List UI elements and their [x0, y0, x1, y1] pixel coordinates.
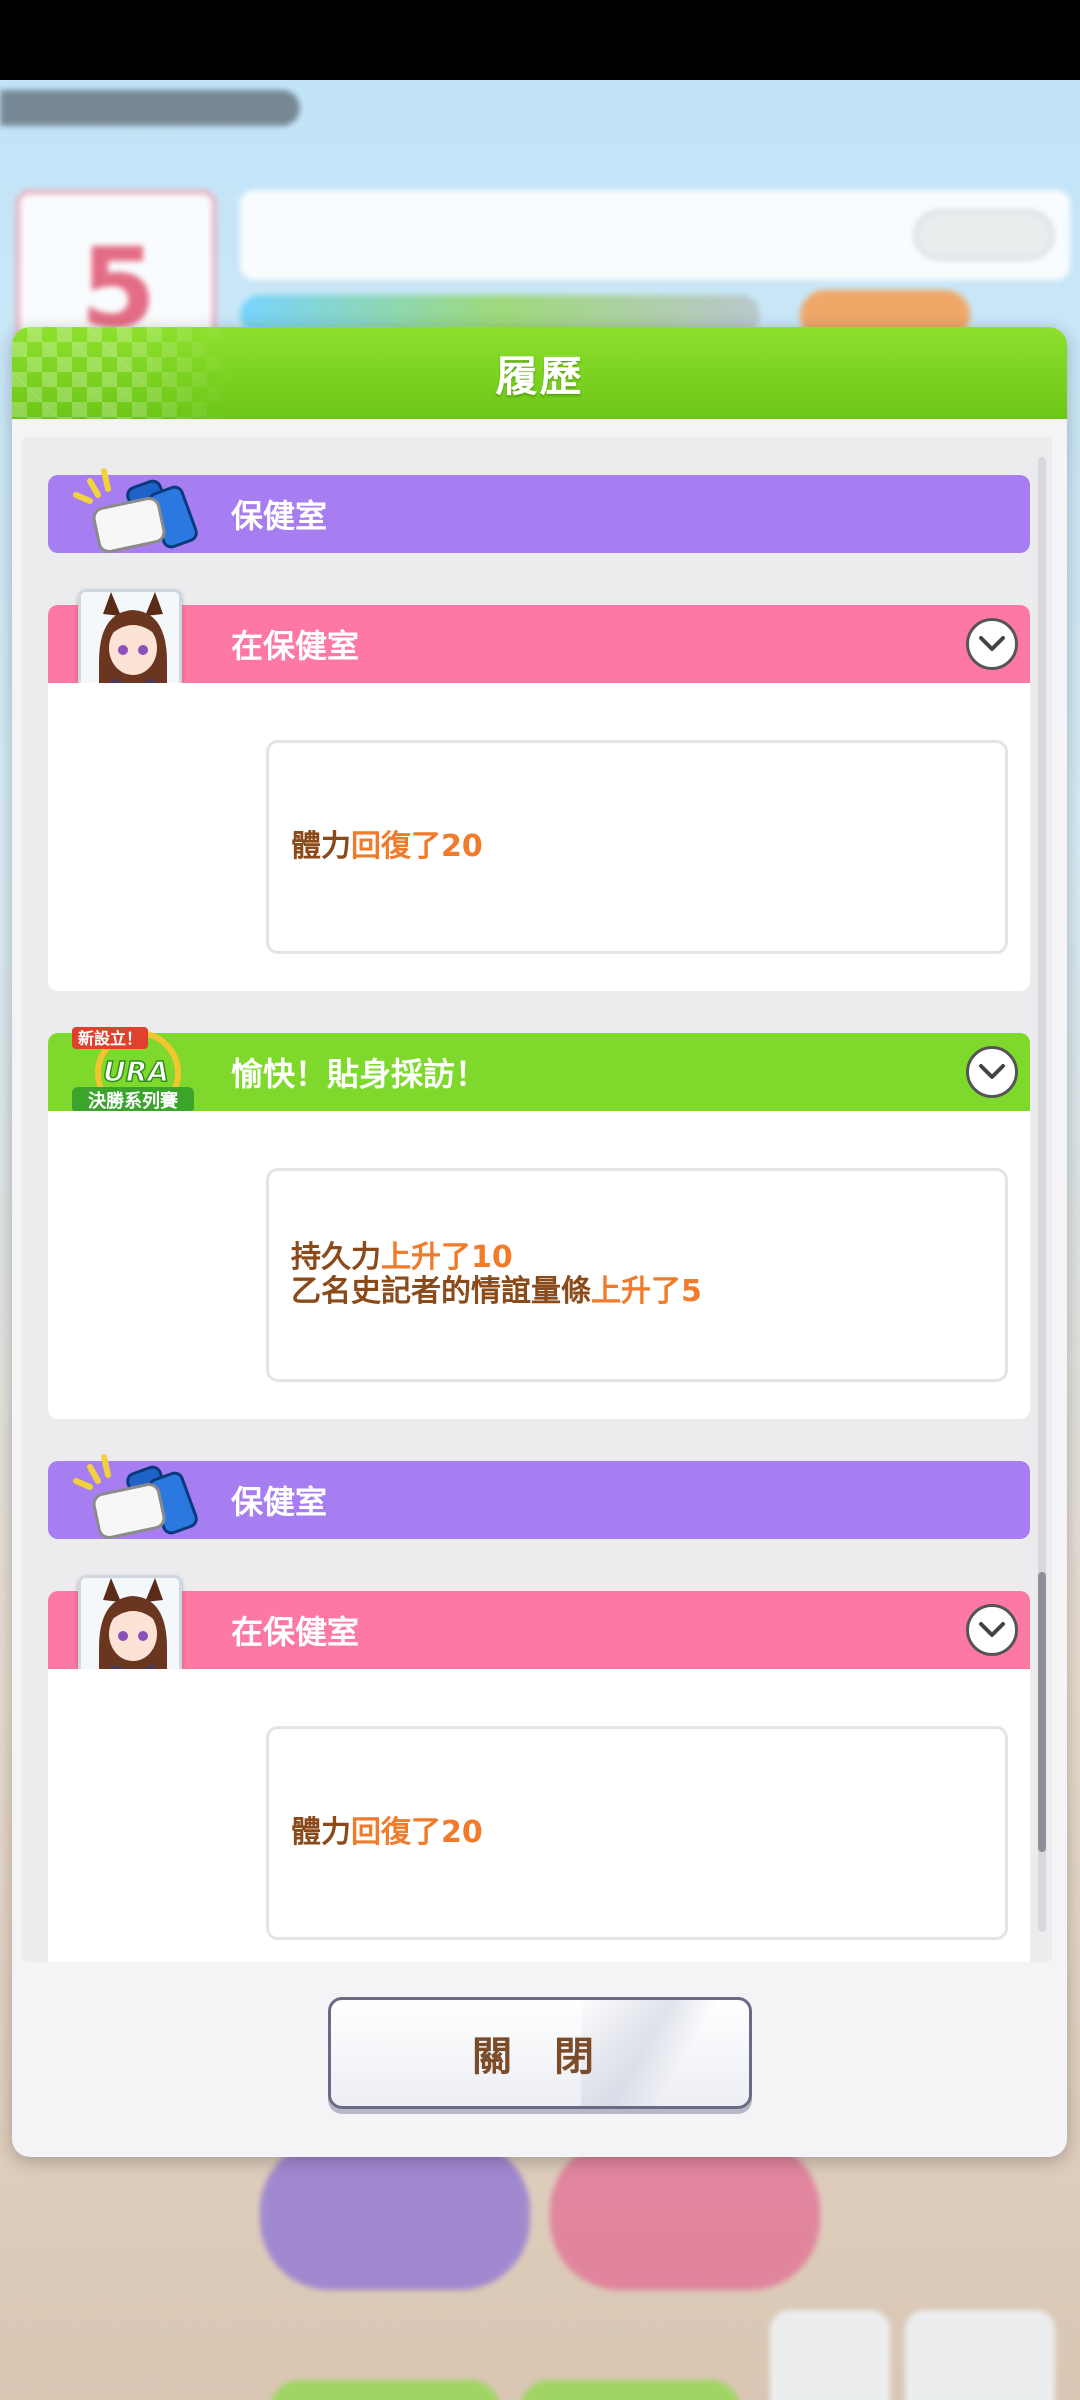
event-label: 在保健室	[231, 1613, 360, 1651]
effect-card: 持久力上升了10 乙名史記者的情誼量條上升了5	[266, 1168, 1008, 1382]
background-menu-button	[905, 2310, 1055, 2400]
effect-card: 體力回復了20	[266, 740, 1008, 954]
event-label: 愉快！貼身採訪！	[231, 1055, 488, 1093]
badge-bottom-text: 決勝系列賽	[88, 1090, 179, 1112]
effect-stat: 乙名史記者的情誼量條	[291, 1274, 591, 1309]
event-header[interactable]: 在保健室	[48, 1575, 1030, 1679]
event-header[interactable]: 新設立！ URA 決勝系列賽 愉快！貼身採訪！	[48, 1027, 1030, 1116]
close-button-label: 關 閉	[472, 2034, 608, 2080]
effect-line: 體力回復了20	[291, 1816, 1005, 1850]
chevron-down-icon[interactable]	[966, 618, 1018, 670]
effect-change: 上升了5	[591, 1274, 702, 1309]
status-bar	[0, 0, 1080, 80]
event-body: 體力回復了20	[48, 1669, 1030, 1962]
badge-main-text: URA	[103, 1055, 169, 1088]
background-character-button	[770, 2310, 890, 2400]
chevron-down-icon[interactable]	[966, 1046, 1018, 1098]
header-pattern	[12, 327, 232, 419]
background-top-bar	[0, 90, 300, 126]
background-race-button	[550, 2140, 820, 2290]
pillow-and-drinks-icon	[68, 463, 208, 563]
effect-change: 上升了10	[381, 1240, 513, 1275]
effect-change: 回復了20	[351, 829, 483, 864]
ura-finals-badge: 新設立！ URA 決勝系列賽	[68, 1021, 208, 1121]
event-header[interactable]: 在保健室	[48, 589, 1030, 693]
chevron-down-icon[interactable]	[966, 1604, 1018, 1656]
event-body: 體力回復了20	[48, 683, 1030, 991]
category-label: 保健室	[231, 1483, 328, 1521]
dialog-header: 履歷	[12, 327, 1067, 419]
history-list[interactable]: 保健室 在保健室 體力回復了20 新設立！ URA 決勝系列賽 愉快！貼身採訪！…	[22, 437, 1052, 1962]
effect-change: 回復了20	[351, 1815, 483, 1850]
dialog-title: 履歷	[495, 351, 584, 401]
effect-stat: 體力	[291, 1815, 351, 1850]
horse-girl-portrait	[78, 1575, 182, 1679]
effect-stat: 持久力	[291, 1240, 381, 1275]
effect-line: 乙名史記者的情誼量條上升了5	[291, 1275, 1005, 1309]
close-button[interactable]: 關 閉	[328, 1997, 752, 2109]
category-header: 保健室	[48, 468, 1030, 554]
horse-girl-portrait	[78, 589, 182, 693]
background-banner-button	[914, 210, 1054, 260]
event-body: 持久力上升了10 乙名史記者的情誼量條上升了5	[48, 1111, 1030, 1419]
effect-stat: 體力	[291, 829, 351, 864]
background-banner	[240, 190, 1070, 280]
background-skip-button	[270, 2380, 500, 2400]
history-dialog: 履歷 保健室 在保健室 體力回復了20 新設立！ URA 決勝系列賽 愉快！貼身…	[12, 327, 1067, 2157]
scrollbar-thumb[interactable]	[1038, 1572, 1046, 1852]
background-green-button	[520, 2380, 740, 2400]
category-label: 保健室	[231, 497, 328, 535]
pillow-and-drinks-icon	[68, 1449, 208, 1549]
event-label: 在保健室	[231, 627, 360, 665]
category-header: 保健室	[48, 1454, 1030, 1540]
effect-card: 體力回復了20	[266, 1726, 1008, 1940]
effect-line: 體力回復了20	[291, 830, 1005, 864]
badge-top-text: 新設立！	[78, 1029, 142, 1048]
effect-line: 持久力上升了10	[291, 1241, 1005, 1275]
background-infirmary-button	[260, 2140, 530, 2290]
